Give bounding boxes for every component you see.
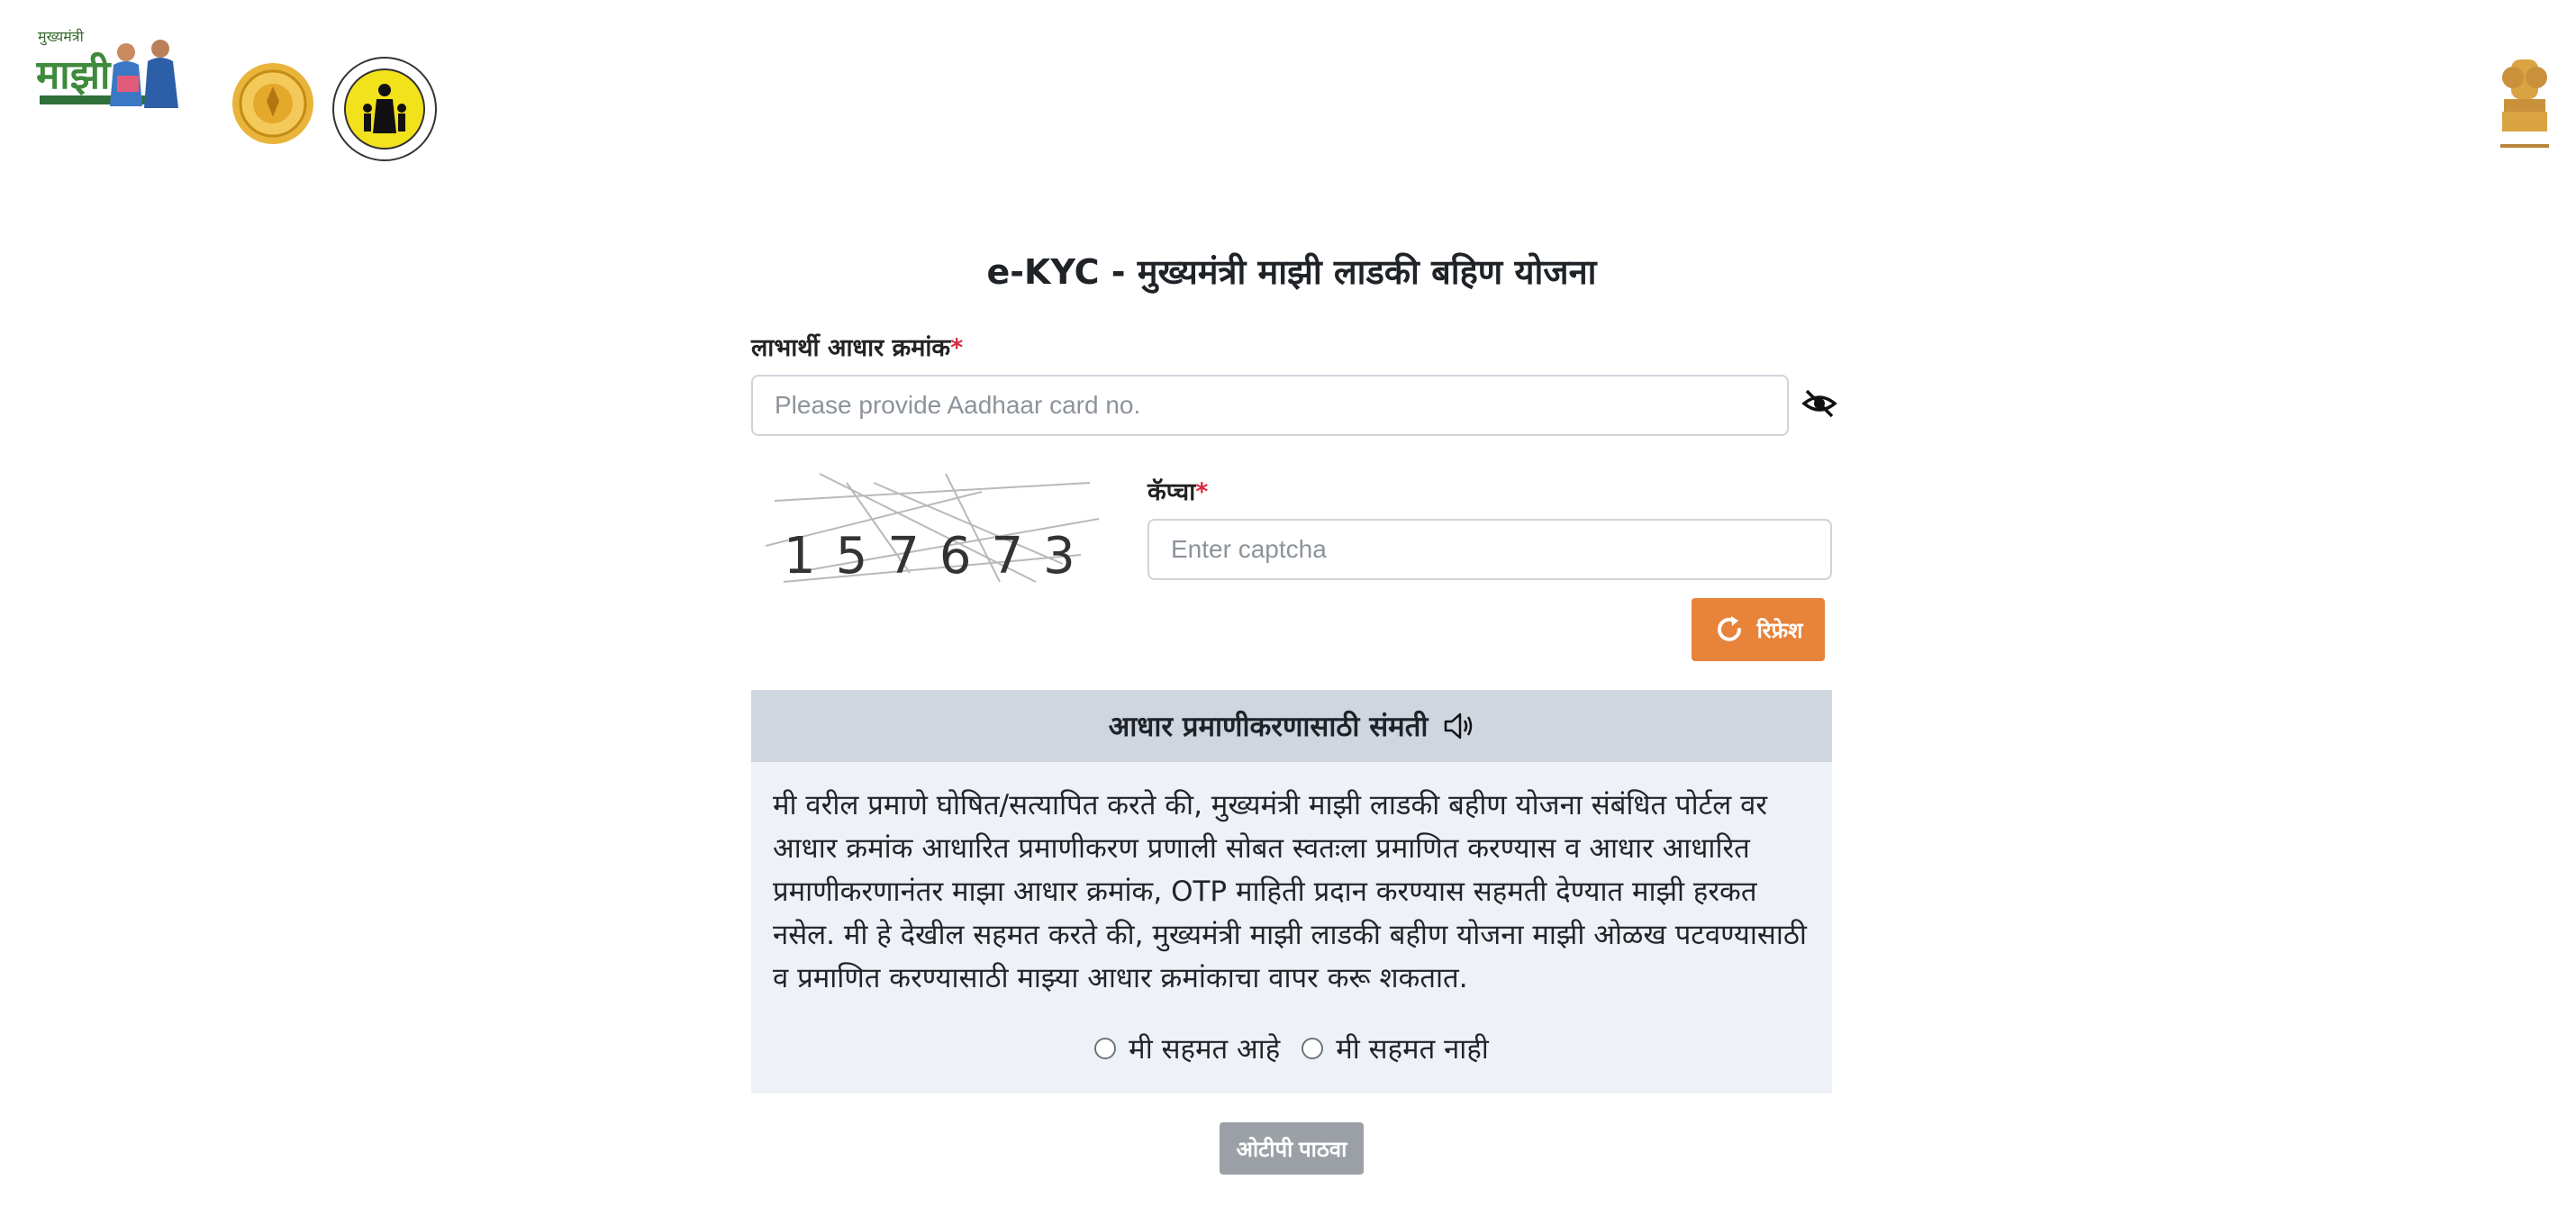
refresh-icon <box>1717 616 1741 641</box>
captcha-input[interactable] <box>1147 519 1832 580</box>
consent-radio-group: मी सहमत आहे मी सहमत नाही <box>751 1025 1832 1072</box>
required-mark: * <box>1195 478 1209 506</box>
ekyc-form: e-KYC - मुख्यमंत्री माझी लाडकी बहिण योजन… <box>751 236 1837 1175</box>
consent-title: आधार प्रमाणीकरणासाठी संमती <box>1108 711 1429 743</box>
consent-panel: आधार प्रमाणीकरणासाठी संमती मी वरील प्रमा… <box>751 690 1832 1094</box>
refresh-captcha-button[interactable]: रिफ्रेश <box>1692 598 1825 661</box>
agree-label: मी सहमत आहे <box>1129 1033 1281 1066</box>
send-otp-button[interactable]: ओटीपी पाठवा <box>1220 1122 1364 1175</box>
captcha-text: 157673 <box>784 527 1095 585</box>
disagree-option[interactable]: मी सहमत नाही <box>1302 1030 1489 1067</box>
logo-caption: मुख्यमंत्री <box>38 28 85 46</box>
page-header: मुख्यमंत्री माझी <box>0 0 2576 180</box>
majhi-ladki-bahin-logo: मुख्यमंत्री माझी <box>36 28 178 108</box>
aadhaar-input[interactable] <box>751 375 1789 436</box>
required-mark: * <box>950 334 964 362</box>
page-title: e-KYC - मुख्यमंत्री माझी लाडकी बहिण योजन… <box>986 252 1597 292</box>
captcha-image: 157673 <box>766 465 1102 591</box>
logo-word: माझी <box>36 51 112 98</box>
disagree-label: मी सहमत नाही <box>1336 1033 1489 1066</box>
agree-radio[interactable] <box>1094 1038 1117 1059</box>
consent-header: आधार प्रमाणीकरणासाठी संमती <box>751 690 1832 762</box>
consent-text: मी वरील प्रमाणे घोषित/सत्यापित करते की, … <box>773 789 1807 994</box>
aadhaar-label-text: लाभार्थी आधार क्रमांक <box>751 334 951 362</box>
captcha-label-text: कॅप्चा <box>1147 478 1196 506</box>
refresh-label: रिफ्रेश <box>1756 618 1803 643</box>
aadhaar-label: लाभार्थी आधार क्रमांक* <box>751 330 963 363</box>
agree-option[interactable]: मी सहमत आहे <box>1094 1030 1280 1067</box>
maharashtra-seal-logo <box>232 63 313 144</box>
captcha-label: कॅप्चा* <box>1147 474 1208 507</box>
women-child-development-logo <box>332 57 437 161</box>
disagree-radio[interactable] <box>1302 1038 1324 1059</box>
eye-slash-icon[interactable] <box>1801 387 1837 420</box>
speaker-icon[interactable] <box>1442 711 1474 741</box>
national-emblem-logo <box>2500 59 2549 148</box>
